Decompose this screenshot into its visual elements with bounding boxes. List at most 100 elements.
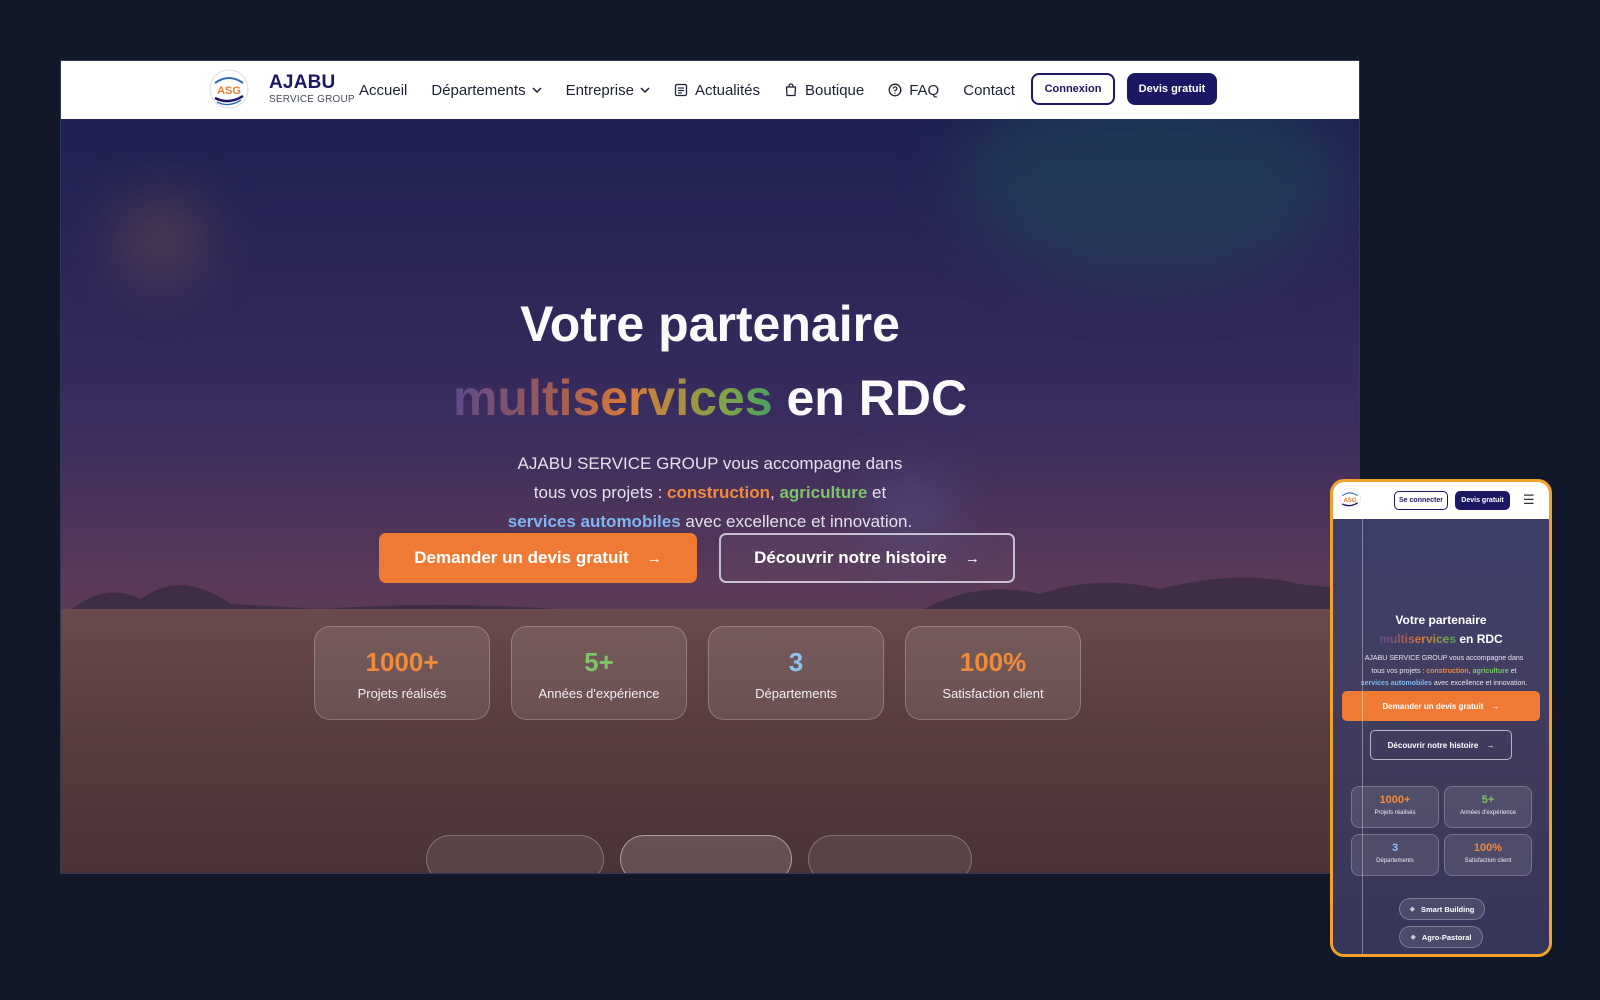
mobile-discover-history-button[interactable]: Découvrir notre histoire → bbox=[1370, 730, 1512, 760]
arrow-right-icon: → bbox=[964, 549, 980, 567]
svg-text:ASG: ASG bbox=[217, 85, 241, 97]
stat-value: 1000+ bbox=[365, 647, 439, 677]
department-pill[interactable] bbox=[620, 835, 792, 873]
mobile-stat-card: 1000+ Projets réalisés bbox=[1351, 786, 1439, 828]
arrow-right-icon: → bbox=[1491, 701, 1500, 711]
stat-value: 100% bbox=[959, 647, 1027, 677]
subtitle-text: et bbox=[1510, 667, 1517, 675]
mobile-hero-title-line1: Votre partenaire bbox=[1395, 613, 1487, 627]
mobile-title-rest: en RDC bbox=[1459, 632, 1503, 646]
mobile-stat-card: 5+ Années d'expérience bbox=[1444, 786, 1532, 828]
mobile-title-highlight: multiservices bbox=[1379, 632, 1457, 646]
mobile-hero-subtitle: AJABU SERVICE GROUP vous accompagne dans… bbox=[1339, 653, 1549, 691]
pill-label: Agro-Pastoral bbox=[1421, 932, 1472, 942]
keyword-construction: construction bbox=[667, 483, 770, 502]
free-quote-button[interactable]: Devis gratuit bbox=[1127, 73, 1217, 105]
svg-text:ASG: ASG bbox=[1343, 498, 1356, 504]
nav-faq[interactable]: FAQ bbox=[888, 82, 939, 99]
hero-subtitle: AJABU SERVICE GROUP vous accompagne dans… bbox=[61, 449, 1359, 536]
pill-label: Smart Building bbox=[1421, 904, 1475, 914]
discover-history-button[interactable]: Découvrir notre histoire → bbox=[719, 533, 1015, 583]
mobile-quote-button[interactable]: Devis gratuit bbox=[1455, 491, 1510, 510]
stat-value: 3 bbox=[1391, 842, 1399, 854]
department-pill[interactable] bbox=[808, 835, 972, 873]
button-label: Découvrir notre histoire bbox=[1387, 740, 1479, 750]
stat-card: 100% Satisfaction client bbox=[905, 626, 1081, 720]
nav-actualites[interactable]: Actualités bbox=[674, 82, 760, 99]
nav-boutique[interactable]: Boutique bbox=[784, 82, 864, 99]
stat-label: Satisfaction client bbox=[942, 686, 1044, 701]
nav-label: Départements bbox=[431, 81, 526, 99]
stat-label: Départements bbox=[1376, 858, 1414, 864]
nav-label: Boutique bbox=[805, 81, 865, 99]
stat-label: Projets réalisés bbox=[357, 686, 447, 701]
arrow-right-icon: → bbox=[1486, 740, 1495, 750]
subtitle-text: AJABU SERVICE GROUP vous accompagne dans bbox=[1364, 655, 1524, 662]
newspaper-icon bbox=[674, 83, 688, 97]
login-button[interactable]: Connexion bbox=[1031, 73, 1115, 105]
desktop-preview: ASG AJABU SERVICE GROUP Accueil Départem… bbox=[60, 60, 1360, 874]
keyword-auto-services: services automobiles bbox=[507, 512, 681, 531]
nav-accueil[interactable]: Accueil bbox=[359, 82, 407, 99]
shopping-bag-icon bbox=[785, 83, 797, 97]
brand-tagline: SERVICE GROUP bbox=[269, 94, 355, 105]
request-quote-button[interactable]: Demander un devis gratuit → bbox=[379, 533, 697, 583]
nav-label: FAQ bbox=[909, 81, 940, 99]
nav-label: Contact bbox=[963, 81, 1015, 99]
stat-label: Années d'expérience bbox=[538, 686, 660, 701]
department-pills-row bbox=[426, 835, 988, 873]
stat-value: 5+ bbox=[1481, 794, 1495, 806]
stat-label: Satisfaction client bbox=[1464, 858, 1512, 864]
subtitle-comma: , bbox=[1468, 667, 1471, 675]
hamburger-icon[interactable]: ☰ bbox=[1523, 492, 1535, 508]
stat-value: 5+ bbox=[584, 647, 614, 677]
keyword-agriculture: agriculture bbox=[779, 483, 868, 502]
pill-agro-pastoral[interactable]: ◆ Agro-Pastoral bbox=[1399, 926, 1483, 948]
stat-card: 1000+ Projets réalisés bbox=[314, 626, 490, 720]
hero-title-line2: multiservices en RDC bbox=[61, 369, 1359, 427]
stat-label: Départements bbox=[755, 686, 837, 701]
nav-label: Actualités bbox=[694, 81, 760, 99]
hero-title-line1: Votre partenaire bbox=[520, 296, 900, 352]
mobile-preview: ASG Se connecter Devis gratuit ☰ Votre p… bbox=[1330, 479, 1552, 957]
brand-logo-icon[interactable]: ASG bbox=[1339, 488, 1361, 510]
nav-contact[interactable]: Contact bbox=[963, 82, 1015, 99]
mobile-stat-card: 100% Satisfaction client bbox=[1444, 834, 1532, 876]
stat-card: 5+ Années d'expérience bbox=[511, 626, 687, 720]
subtitle-text: et bbox=[872, 483, 887, 502]
stat-value: 1000+ bbox=[1379, 794, 1411, 806]
building-icon: ◆ bbox=[1409, 906, 1416, 913]
sky-glow bbox=[961, 119, 1341, 279]
subtitle-text: avec excellence et innovation. bbox=[1433, 680, 1528, 687]
mobile-request-quote-button[interactable]: Demander un devis gratuit → bbox=[1342, 691, 1540, 721]
subtitle-comma: , bbox=[769, 483, 775, 502]
hero-section: Votre partenaire multiservices en RDC AJ… bbox=[61, 119, 1359, 873]
nav-departements[interactable]: Départements bbox=[431, 81, 542, 99]
keyword-auto-services: services automobiles bbox=[1360, 680, 1432, 687]
top-navbar: ASG AJABU SERVICE GROUP Accueil Départem… bbox=[61, 61, 1359, 119]
nav-entreprise[interactable]: Entreprise bbox=[566, 82, 650, 99]
chevron-down-icon bbox=[532, 87, 542, 93]
stat-label: Projets réalisés bbox=[1374, 810, 1416, 816]
keyword-agriculture: agriculture bbox=[1472, 667, 1509, 675]
subtitle-text: tous vos projets : bbox=[533, 483, 663, 502]
button-label: Découvrir notre histoire bbox=[754, 548, 947, 567]
mobile-hero: Votre partenaire multiservices en RDC AJ… bbox=[1333, 519, 1549, 954]
pill-smart-building[interactable]: ◆ Smart Building bbox=[1399, 898, 1485, 920]
stat-value: 100% bbox=[1473, 842, 1503, 854]
hero-title-highlight: multiservices bbox=[452, 370, 773, 426]
arrow-right-icon: → bbox=[646, 549, 662, 567]
mobile-stat-card: 3 Départements bbox=[1351, 834, 1439, 876]
mobile-login-button[interactable]: Se connecter bbox=[1394, 491, 1448, 510]
brand-name: AJABU bbox=[269, 72, 336, 93]
divider-line bbox=[1362, 482, 1363, 954]
department-pill[interactable] bbox=[426, 835, 604, 873]
chevron-down-icon bbox=[640, 87, 650, 93]
mobile-hero-title-line2: multiservices en RDC bbox=[1333, 632, 1549, 646]
button-label: Demander un devis gratuit bbox=[414, 548, 629, 567]
help-circle-icon bbox=[888, 83, 902, 97]
button-label: Demander un devis gratuit bbox=[1382, 701, 1484, 711]
brand[interactable]: ASG AJABU SERVICE GROUP bbox=[209, 69, 355, 109]
nav-label: Accueil bbox=[359, 81, 408, 99]
stat-value: 3 bbox=[788, 647, 804, 677]
